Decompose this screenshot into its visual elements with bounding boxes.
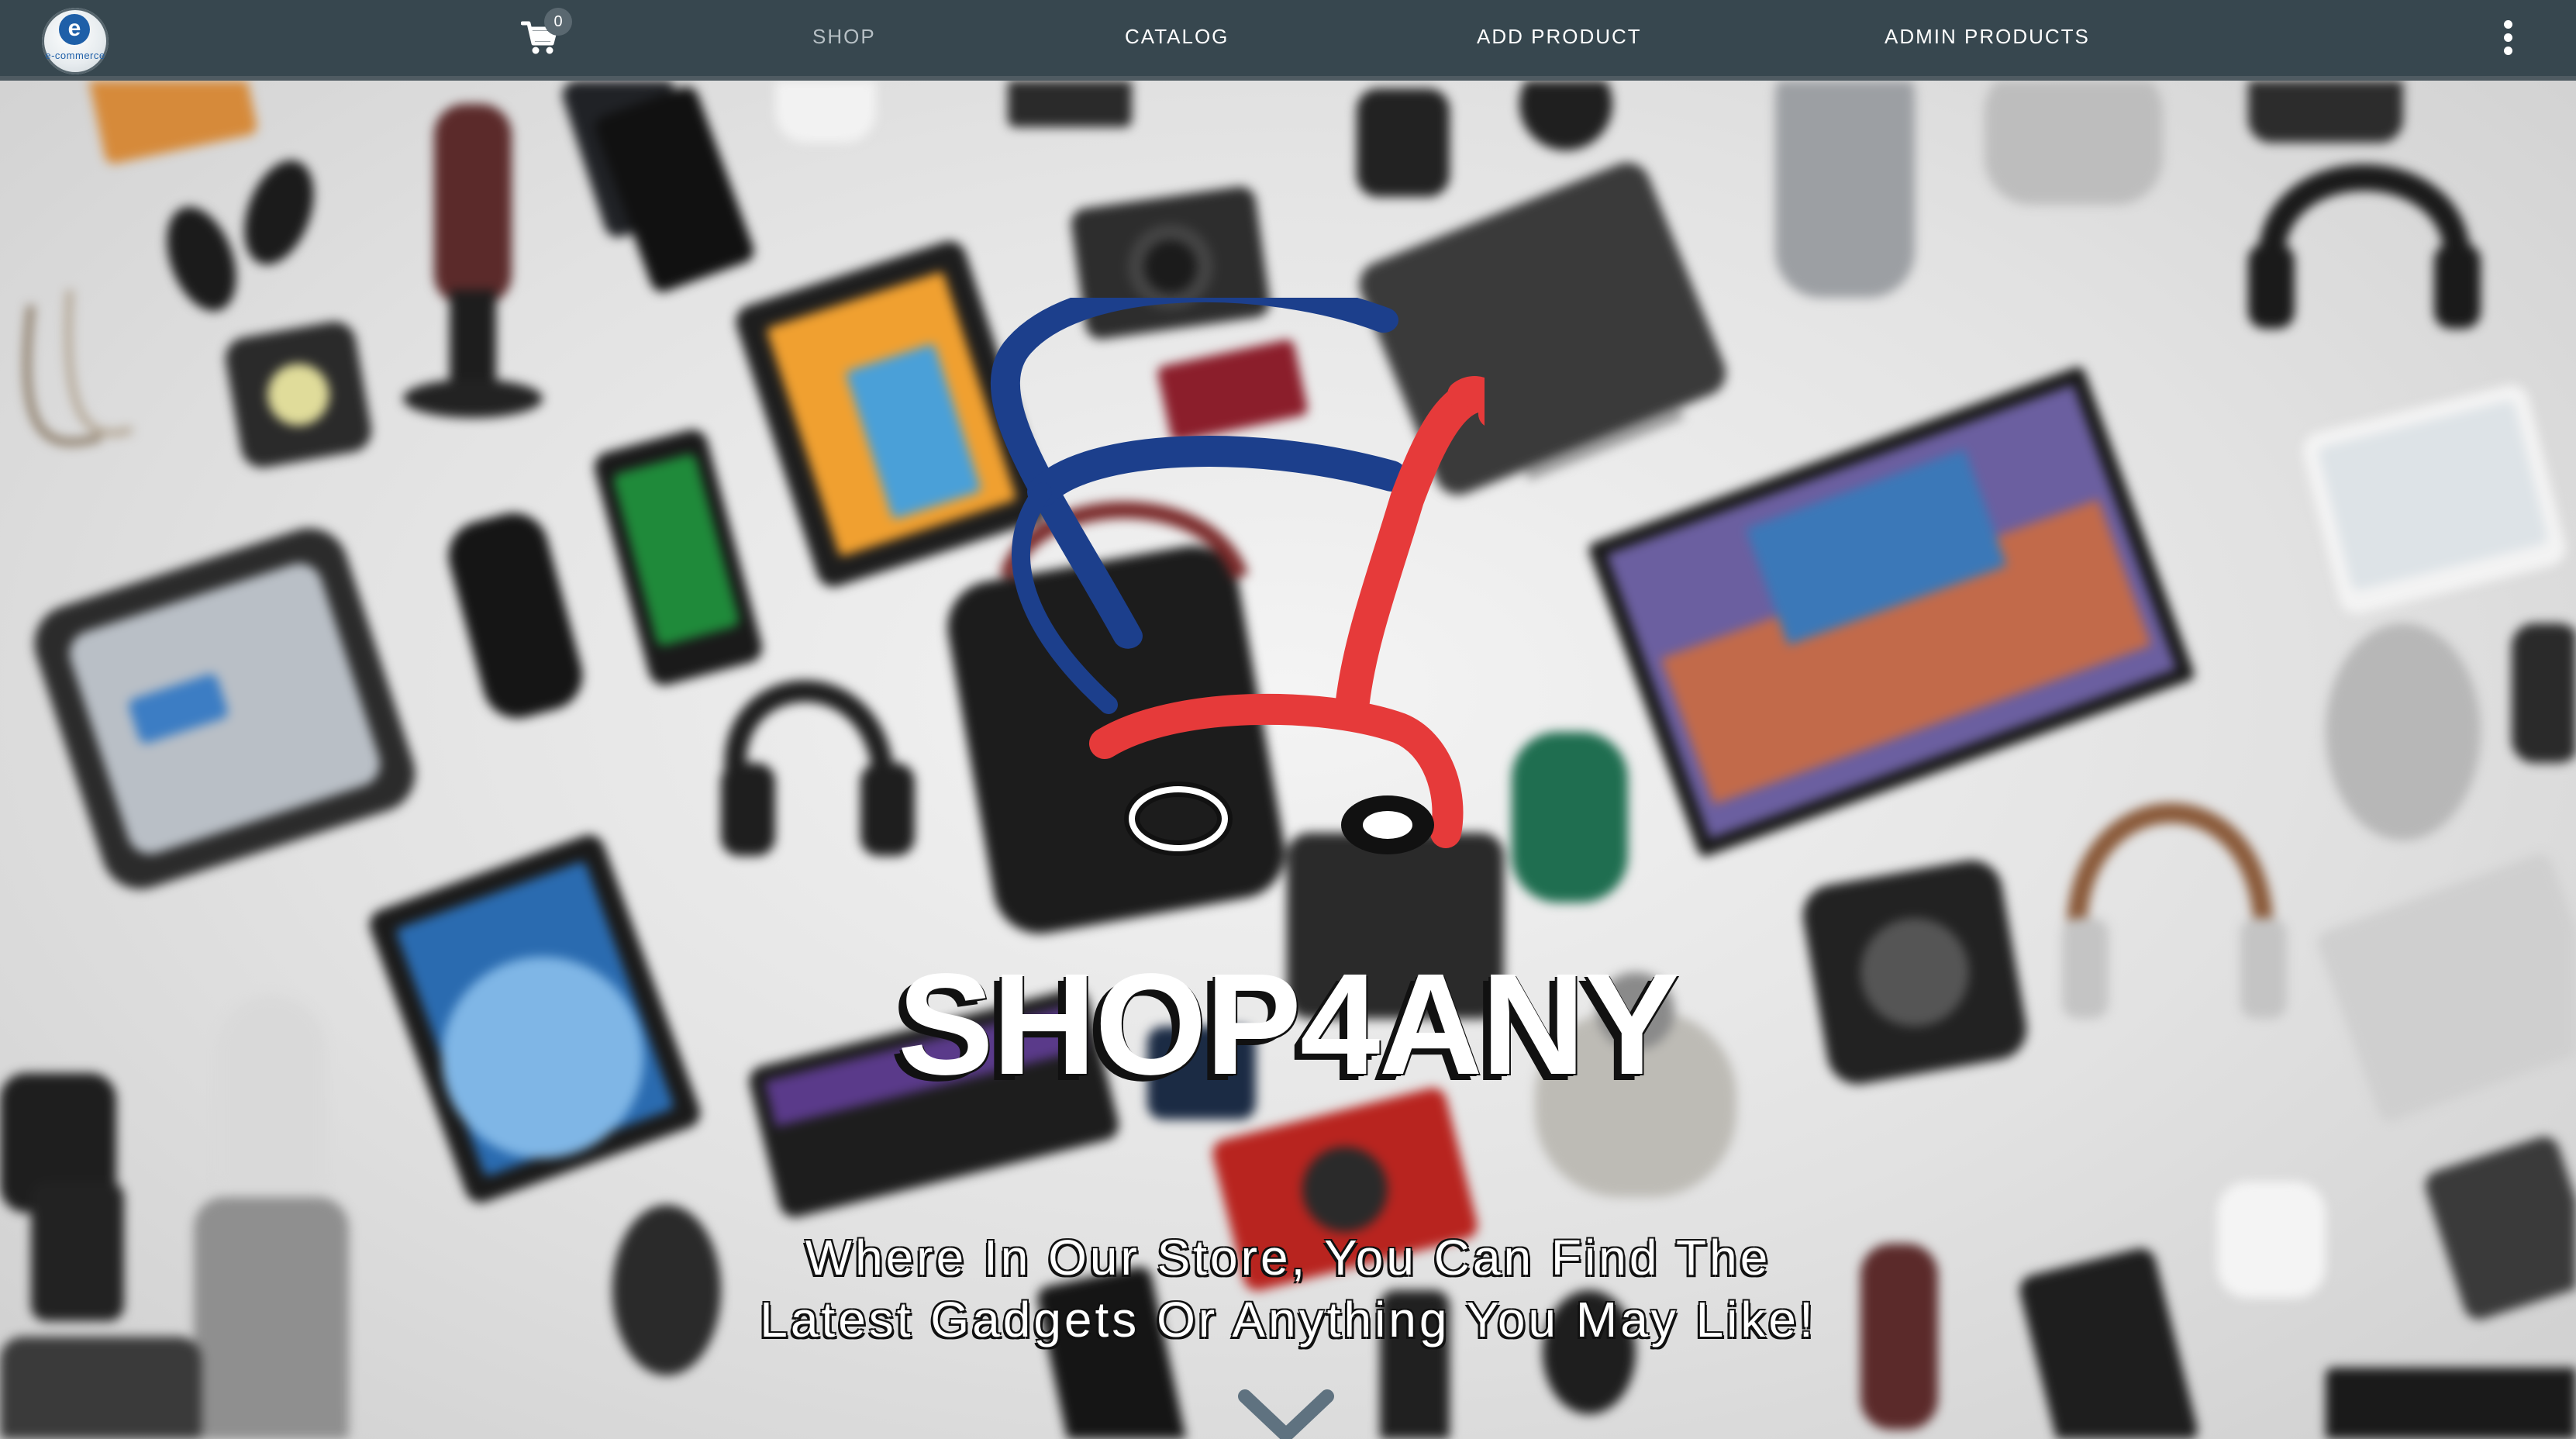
top-navbar: e e-commerce 0 SHOP CATALOG ADD PRODUCT … xyxy=(0,0,2576,81)
brand-logo[interactable]: e e-commerce xyxy=(42,8,109,74)
hero-subtitle-line-1: Where In Our Store, You Can Find The xyxy=(805,1230,1771,1285)
vertical-dots-icon[interactable] xyxy=(2496,19,2519,59)
brand-logo-letter: e xyxy=(59,14,90,45)
chevron-down-icon[interactable] xyxy=(1236,1387,1336,1439)
cart-button[interactable]: 0 xyxy=(521,8,572,60)
shopping-cart-logo xyxy=(991,298,1485,856)
nav-link-catalog[interactable]: CATALOG xyxy=(1125,25,1229,49)
nav-link-add-product[interactable]: ADD PRODUCT xyxy=(1477,25,1642,49)
brand-logo-text: e-commerce xyxy=(45,50,105,61)
hero-section: SHOP4ANY Where In Our Store, You Can Fin… xyxy=(0,81,2576,1439)
nav-link-admin-products[interactable]: ADMIN PRODUCTS xyxy=(1885,25,2090,49)
hero-subtitle: Where In Our Store, You Can Find The Lat… xyxy=(0,1227,2576,1351)
cart-count-badge: 0 xyxy=(544,8,572,36)
hero-subtitle-line-2: Latest Gadgets Or Anything You May Like! xyxy=(760,1292,1816,1348)
hero-title: SHOP4ANY xyxy=(897,944,1680,1105)
nav-link-shop[interactable]: SHOP xyxy=(812,25,876,49)
